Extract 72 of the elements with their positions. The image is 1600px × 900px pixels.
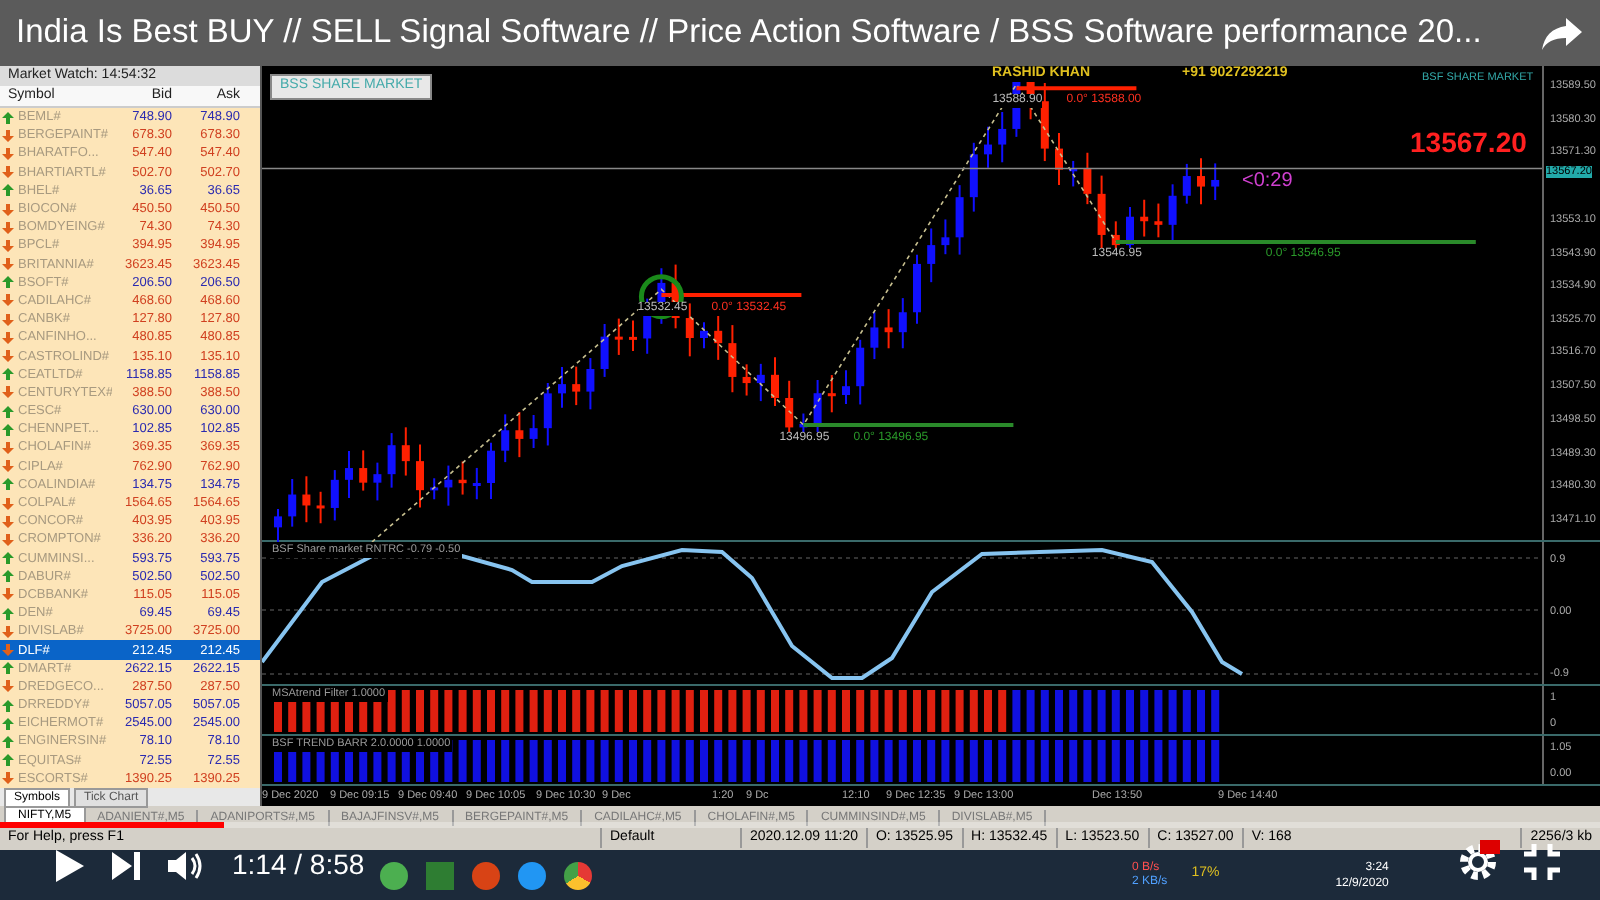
candlestick bbox=[515, 411, 524, 459]
candlestick bbox=[856, 338, 865, 406]
app-icon[interactable] bbox=[472, 861, 500, 889]
candlestick bbox=[444, 464, 453, 507]
candlestick bbox=[572, 365, 581, 407]
candlestick bbox=[274, 508, 282, 542]
candlestick bbox=[316, 490, 325, 525]
volume-icon[interactable] bbox=[168, 849, 204, 881]
candlestick bbox=[373, 461, 382, 502]
candlestick bbox=[472, 466, 481, 501]
share-icon[interactable] bbox=[1540, 15, 1584, 51]
candlestick bbox=[927, 227, 936, 284]
candlestick bbox=[387, 432, 396, 489]
candlestick bbox=[1197, 157, 1205, 206]
candlestick bbox=[430, 477, 439, 501]
candlestick bbox=[998, 111, 1007, 164]
candlestick bbox=[1055, 132, 1063, 186]
candlestick bbox=[558, 365, 566, 409]
candlestick bbox=[870, 311, 879, 361]
candlestick bbox=[501, 413, 510, 464]
candlestick bbox=[714, 313, 723, 361]
video-title: India Is Best BUY // SELL Signal Software // Price Action Software / BSS Software performance 20... bbox=[16, 12, 1482, 55]
candlestick bbox=[614, 317, 623, 356]
candlestick bbox=[416, 443, 424, 509]
candlestick bbox=[302, 475, 311, 524]
settings-icon[interactable] bbox=[1456, 840, 1500, 884]
current-price: 13567.20 bbox=[1410, 126, 1527, 158]
next-icon[interactable] bbox=[112, 851, 140, 879]
candlestick bbox=[600, 323, 609, 378]
candlestick bbox=[1168, 183, 1177, 244]
candlestick bbox=[1083, 151, 1092, 206]
app-icon[interactable] bbox=[380, 861, 408, 889]
candlestick bbox=[401, 426, 410, 477]
candlestick bbox=[1154, 202, 1163, 239]
candlestick bbox=[1182, 162, 1191, 205]
candlestick bbox=[955, 184, 964, 256]
candlestick bbox=[543, 382, 552, 447]
candlestick bbox=[941, 218, 950, 256]
candlestick bbox=[487, 441, 495, 501]
candlestick bbox=[898, 297, 907, 350]
candlestick bbox=[458, 460, 467, 496]
candlestick bbox=[359, 449, 368, 492]
candlestick bbox=[969, 141, 978, 213]
target-circle-icon bbox=[638, 274, 684, 320]
candlestick bbox=[728, 324, 737, 394]
candlestick bbox=[842, 369, 850, 406]
candlestick bbox=[1069, 159, 1078, 188]
candlestick bbox=[529, 414, 538, 449]
candlestick bbox=[330, 469, 339, 522]
candlestick bbox=[1211, 162, 1220, 202]
candlestick bbox=[586, 357, 595, 411]
candlestick bbox=[827, 374, 836, 414]
browser-icon[interactable] bbox=[564, 861, 592, 889]
candlestick bbox=[700, 321, 708, 350]
app-icon[interactable] bbox=[518, 861, 546, 889]
app-icon[interactable] bbox=[426, 861, 454, 889]
candlestick bbox=[345, 450, 353, 499]
candlestick bbox=[1140, 198, 1149, 238]
video-time: 1:14 / 8:58 bbox=[232, 846, 365, 884]
countdown-timer: <0:29 bbox=[1242, 168, 1293, 196]
exit-fullscreen-icon[interactable] bbox=[1524, 844, 1560, 880]
candlestick bbox=[884, 308, 893, 350]
candlestick bbox=[685, 302, 694, 358]
candlestick bbox=[288, 478, 297, 528]
candlestick bbox=[742, 363, 751, 397]
candlestick bbox=[1040, 82, 1049, 163]
candlestick bbox=[756, 362, 765, 403]
candlestick bbox=[913, 253, 921, 325]
candlestick bbox=[984, 125, 992, 169]
candlestick bbox=[629, 319, 637, 352]
candlestick bbox=[771, 356, 779, 407]
play-icon[interactable] bbox=[56, 849, 84, 881]
